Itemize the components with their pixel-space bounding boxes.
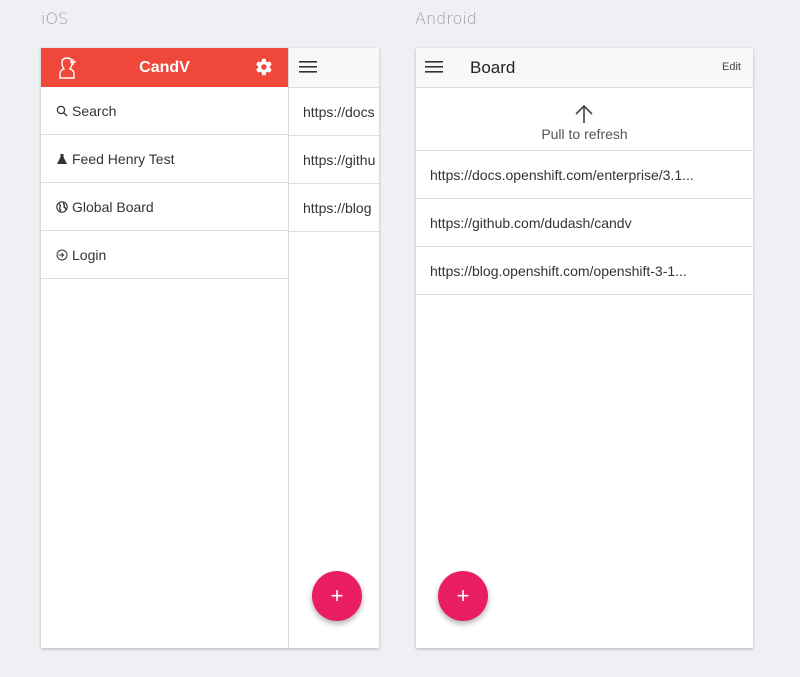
- pull-to-refresh-text: Pull to refresh: [541, 126, 628, 142]
- list-item[interactable]: https://blog: [289, 184, 379, 232]
- hamburger-menu-icon[interactable]: [425, 60, 443, 74]
- pull-to-refresh: Pull to refresh: [416, 88, 753, 151]
- search-icon: [56, 105, 68, 116]
- menu-item-label: Search: [72, 102, 117, 119]
- login-icon: [56, 249, 68, 260]
- menu-item-search[interactable]: Search: [41, 87, 288, 135]
- android-label: Android: [415, 9, 477, 28]
- gear-icon[interactable]: [252, 56, 274, 78]
- app-title: CandV: [139, 58, 190, 76]
- add-fab-button[interactable]: +: [438, 571, 488, 621]
- android-phone: Board Edit Pull to refresh https://docs.…: [416, 48, 753, 648]
- list-item[interactable]: https://github.com/dudash/candv: [416, 199, 753, 247]
- menu-item-label: Feed Henry Test: [72, 150, 175, 167]
- menu-item-global-board[interactable]: Global Board: [41, 183, 288, 231]
- ios-board-header: [289, 48, 379, 88]
- list-item[interactable]: https://docs.openshift.com/enterprise/3.…: [416, 151, 753, 199]
- globe-icon: [56, 200, 68, 213]
- ios-board-peek: https://docs https://githu https://blog: [289, 48, 379, 648]
- menu-item-label: Global Board: [72, 198, 154, 215]
- list-item[interactable]: https://githu: [289, 136, 379, 184]
- list-item[interactable]: https://docs: [289, 88, 379, 136]
- ios-label: iOS: [41, 9, 69, 28]
- list-item[interactable]: https://blog.openshift.com/openshift-3-1…: [416, 247, 753, 295]
- side-menu: CandV Search Feed Henry Test Global Boar…: [41, 48, 289, 648]
- app-bar: Board Edit: [416, 48, 753, 88]
- add-fab-button[interactable]: +: [312, 571, 362, 621]
- page-title: Board: [470, 58, 516, 77]
- menu-item-feed-henry-test[interactable]: Feed Henry Test: [41, 135, 288, 183]
- hamburger-menu-icon[interactable]: [299, 60, 317, 74]
- menu-item-login[interactable]: Login: [41, 231, 288, 279]
- edit-button[interactable]: Edit: [722, 61, 741, 73]
- flask-icon: [57, 153, 67, 164]
- arrow-up-icon: [575, 104, 593, 123]
- side-menu-header: CandV: [41, 48, 288, 87]
- add-user-icon[interactable]: [56, 56, 78, 80]
- menu-item-label: Login: [72, 246, 107, 263]
- ios-phone: CandV Search Feed Henry Test Global Boar…: [41, 48, 379, 648]
